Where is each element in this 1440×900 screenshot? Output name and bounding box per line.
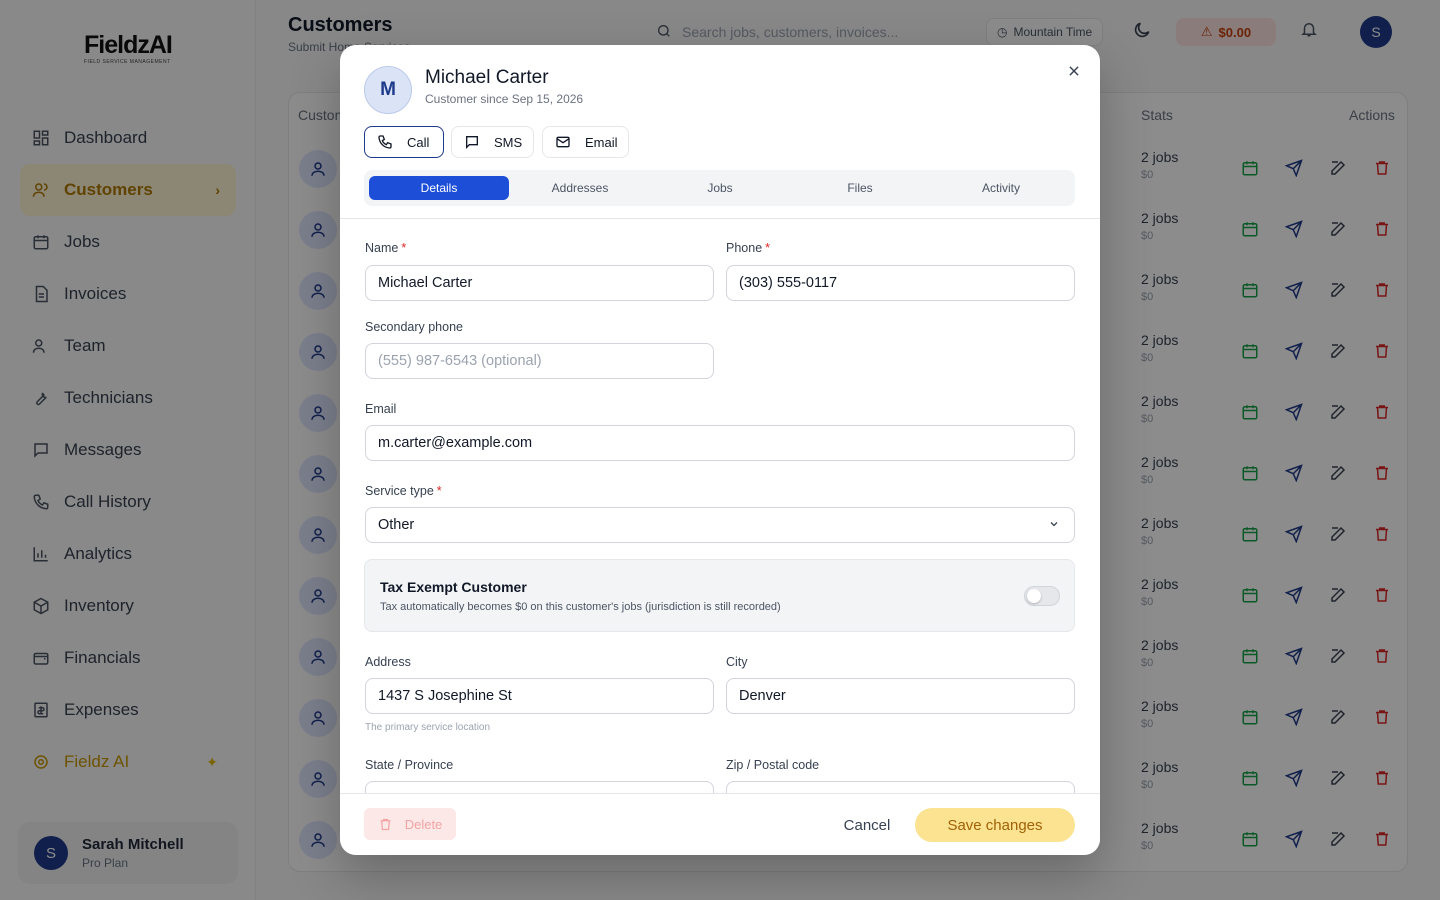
call-label: Call	[407, 134, 430, 150]
tax-exempt-toggle[interactable]	[1024, 586, 1060, 606]
email-label: Email	[585, 134, 618, 150]
cancel-button[interactable]: Cancel	[830, 808, 904, 842]
tab-addresses[interactable]: Addresses	[510, 176, 650, 200]
divider	[340, 218, 1100, 219]
tab-files[interactable]: Files	[790, 176, 930, 200]
phone-icon	[377, 134, 393, 150]
name-label: Name *	[365, 241, 407, 255]
sms-label: SMS	[494, 134, 523, 150]
trash-icon	[378, 817, 393, 832]
dialog-footer: Delete Cancel Save changes	[340, 793, 1100, 855]
address-field[interactable]: 1437 S Josephine St	[365, 678, 714, 714]
mail-icon	[555, 134, 571, 150]
service-type-value: Other	[378, 517, 415, 533]
call-button[interactable]: Call	[364, 126, 444, 158]
customer-edit-dialog: M Michael Carter Customer since Sep 15, …	[340, 45, 1100, 855]
zip-label: Zip / Postal code	[726, 758, 820, 772]
tab-bar: Details Addresses Jobs Files Activity	[364, 170, 1075, 206]
tax-exempt-panel: Tax Exempt Customer Tax automatically be…	[364, 559, 1075, 632]
state-label: State / Province	[365, 758, 454, 772]
tab-activity[interactable]: Activity	[931, 176, 1071, 200]
avatar: M	[364, 66, 412, 114]
city-label: City	[726, 655, 748, 669]
save-button[interactable]: Save changes	[915, 808, 1075, 842]
email-field-label: Email	[365, 402, 397, 416]
tab-details[interactable]: Details	[369, 176, 509, 200]
email-button[interactable]: Email	[542, 126, 629, 158]
phone-field[interactable]: (303) 555-0117	[726, 265, 1075, 301]
delete-label: Delete	[404, 816, 443, 832]
address-label: Address	[365, 655, 411, 669]
sms-button[interactable]: SMS	[451, 126, 534, 158]
tab-jobs[interactable]: Jobs	[650, 176, 790, 200]
service-type-select[interactable]: Other	[365, 507, 1075, 543]
close-icon[interactable]	[1064, 61, 1084, 81]
email-field[interactable]: m.carter@example.com	[365, 425, 1075, 461]
city-field[interactable]: Denver	[726, 678, 1075, 714]
chat-icon	[464, 134, 480, 150]
name-field[interactable]: Michael Carter	[365, 265, 714, 301]
chevron-down-icon	[1048, 518, 1060, 534]
secondary-phone-field[interactable]: (555) 987-6543 (optional)	[365, 343, 714, 379]
delete-button[interactable]: Delete	[364, 808, 456, 840]
customer-since: Customer since Sep 15, 2026	[425, 92, 584, 106]
customer-name: Michael Carter	[425, 67, 549, 88]
service-type-label: Service type *	[365, 484, 442, 498]
tax-exempt-description: Tax automatically becomes $0 on this cus…	[380, 601, 781, 613]
toggle-knob	[1027, 589, 1041, 603]
secondary-phone-label: Secondary phone	[365, 320, 463, 334]
phone-label: Phone *	[726, 241, 771, 255]
tax-exempt-title: Tax Exempt Customer	[380, 579, 527, 595]
address-hint: The primary service location	[365, 722, 491, 733]
